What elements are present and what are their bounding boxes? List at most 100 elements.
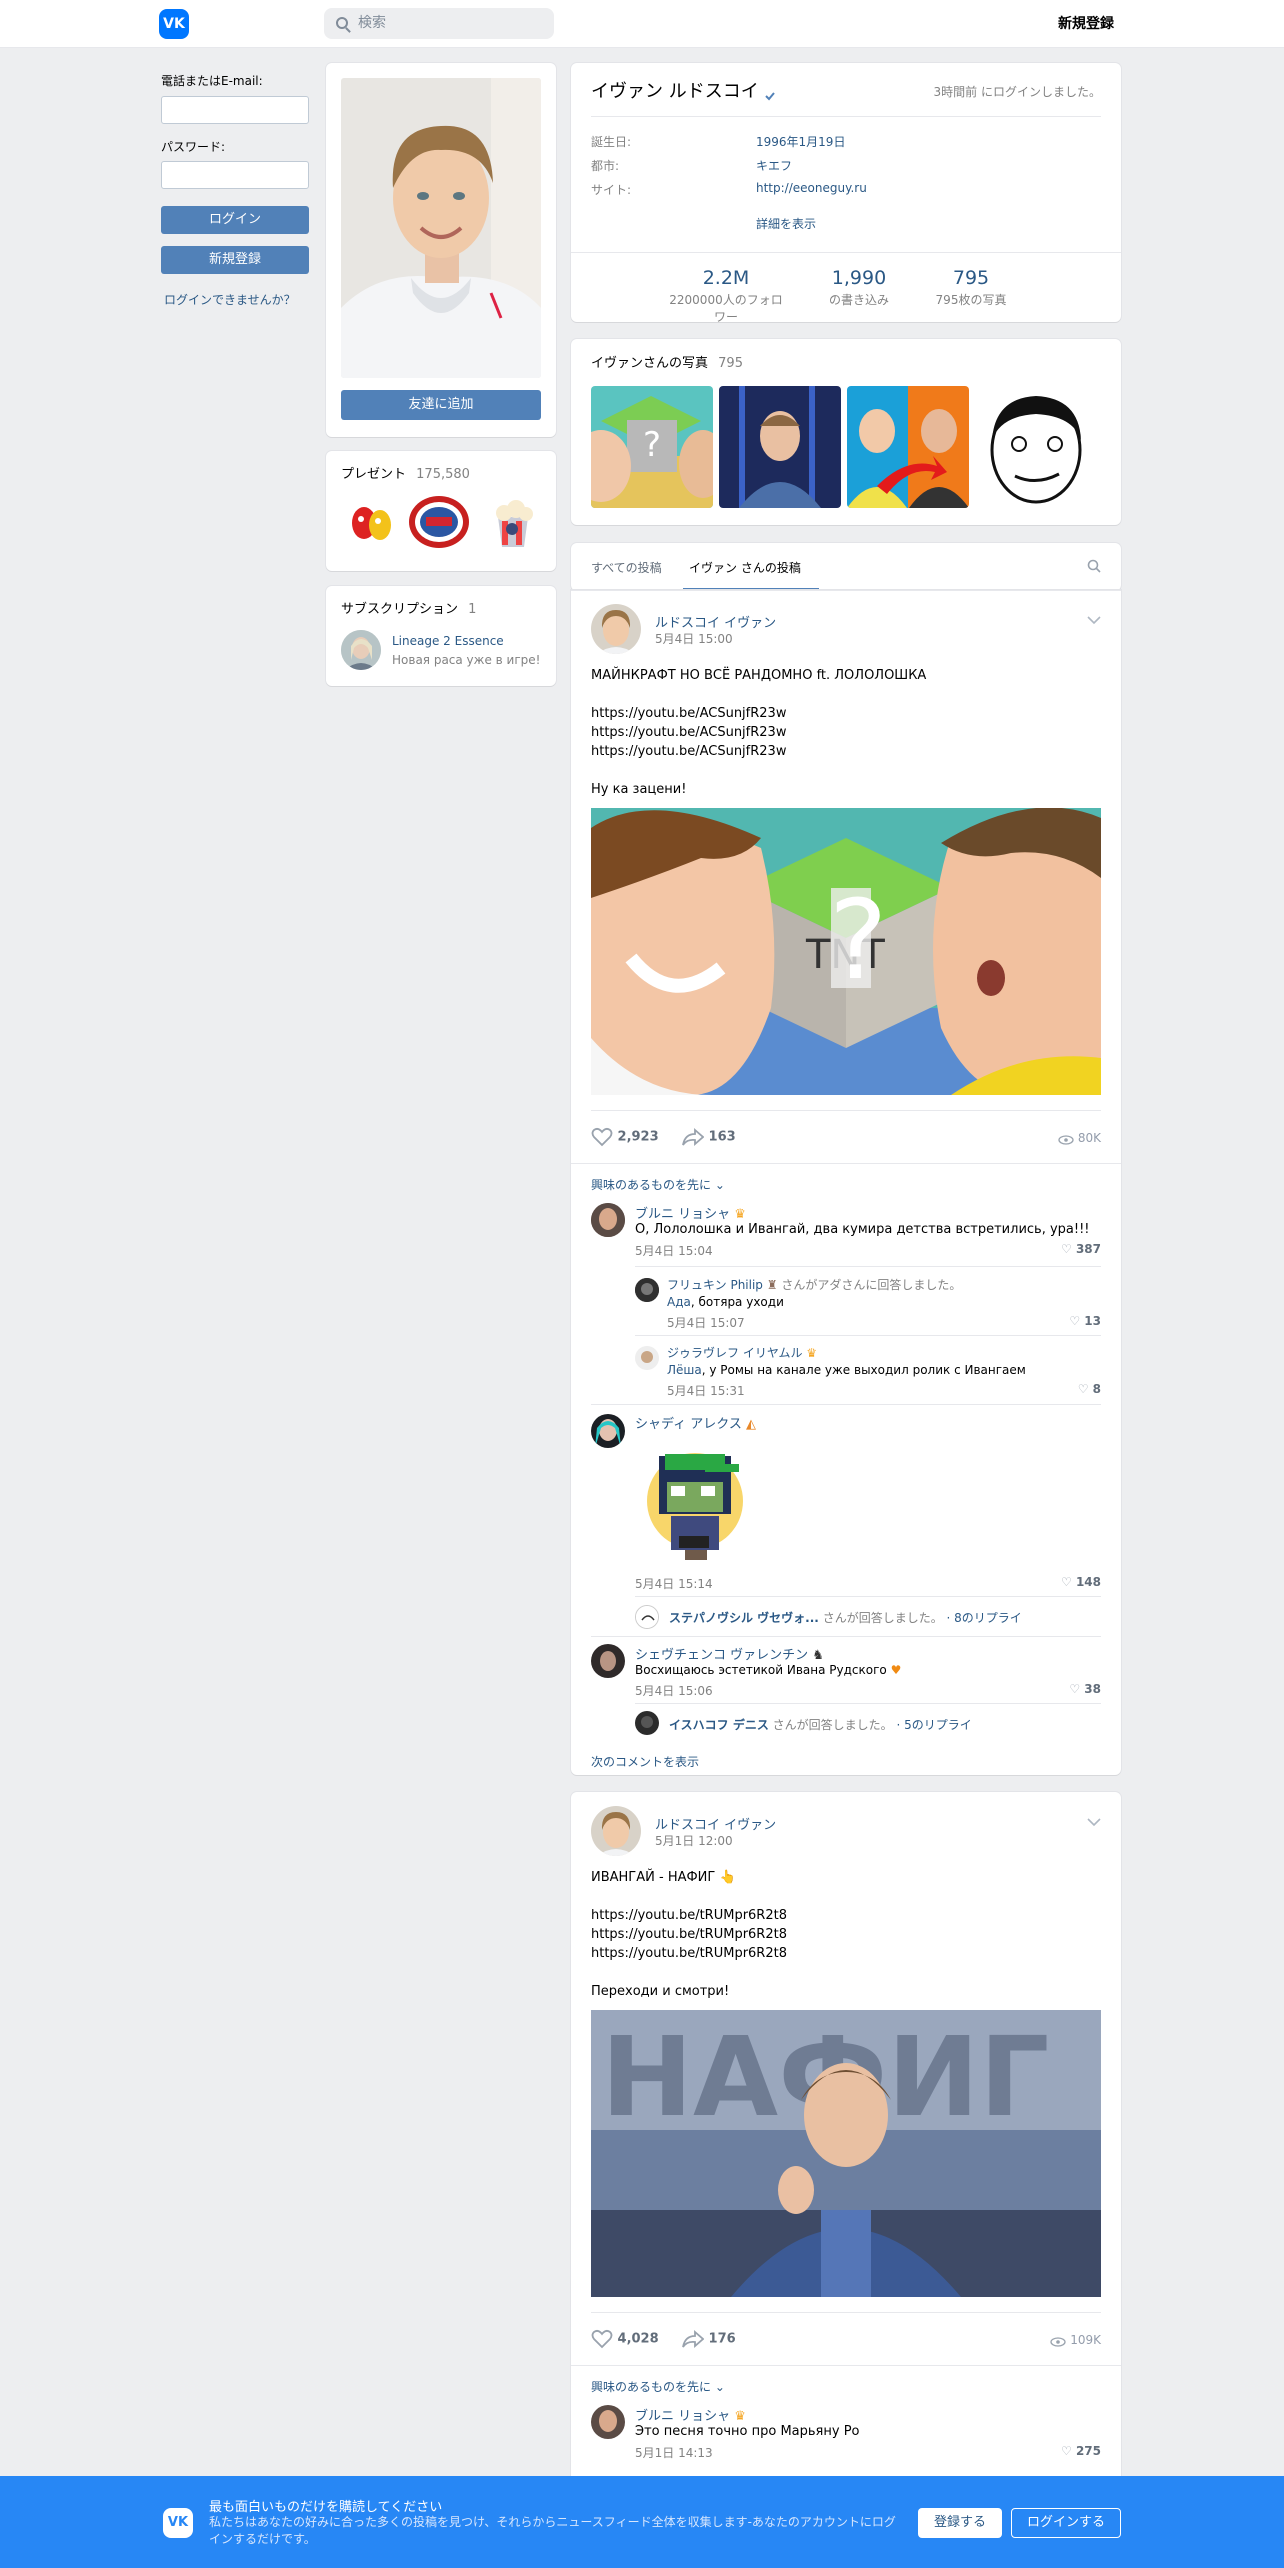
comment-date[interactable]: 5月4日 15:04 xyxy=(635,1242,713,1259)
gifts-title[interactable]: プレゼント 175,580 xyxy=(341,463,470,482)
sort-comments[interactable]: 興味のあるものを先に ⌄ xyxy=(591,2378,725,2395)
like-button[interactable]: 4,028 xyxy=(591,2329,659,2349)
comment-avatar[interactable] xyxy=(591,1203,625,1237)
add-friend-button[interactable]: 友達に追加 xyxy=(341,390,541,420)
site-value[interactable]: http://eeoneguy.ru xyxy=(756,181,867,195)
banner-title: 最も面白いものだけを購読してください xyxy=(209,2500,443,2515)
reply-mention[interactable]: Лёша xyxy=(667,1363,702,1377)
replies-count[interactable]: · 8のリプライ xyxy=(947,1611,1022,1625)
post-date[interactable]: 5月4日 15:00 xyxy=(655,630,733,647)
post-link[interactable]: https://youtu.be/ACSunjfR23w xyxy=(591,723,786,742)
comment-author[interactable]: シェヴチェンコ ヴァレンチン ♞ xyxy=(635,1644,824,1663)
show-details-link[interactable]: 詳細を表示 xyxy=(756,215,816,232)
reply-date[interactable]: 5月4日 15:31 xyxy=(667,1382,745,1399)
reply-summary[interactable]: イスハコフ デニス さんが回答しました。 · 5のリプライ xyxy=(669,1716,972,1733)
comment-avatar[interactable] xyxy=(591,1644,625,1678)
lineage-avatar[interactable] xyxy=(341,630,381,670)
gift-popcorn-icon[interactable] xyxy=(486,495,540,549)
chevron-down-icon[interactable] xyxy=(1087,1816,1101,1827)
divider xyxy=(591,1404,1101,1405)
comment-date[interactable]: 5月4日 15:06 xyxy=(635,1682,713,1699)
post-author-name[interactable]: ルドスコイ イヴァン xyxy=(655,1814,776,1833)
share-button[interactable]: 163 xyxy=(682,1127,736,1147)
comment-sticker[interactable] xyxy=(635,1436,757,1566)
password-field[interactable] xyxy=(161,161,309,189)
chevron-down-icon[interactable] xyxy=(1087,614,1101,625)
reply-like[interactable]: ♡ 8 xyxy=(1078,1382,1101,1396)
city-value[interactable]: キエフ xyxy=(756,157,792,174)
tab-own-posts[interactable]: イヴァン さんの投稿 xyxy=(689,559,801,576)
comment-date[interactable]: 5月1日 14:13 xyxy=(635,2444,713,2461)
comment-avatar[interactable] xyxy=(591,2405,625,2439)
heart-icon: ♡ xyxy=(1069,1314,1081,1328)
reply-avatar[interactable] xyxy=(635,1278,659,1302)
comment-like[interactable]: ♡ 148 xyxy=(1061,1575,1101,1589)
search-input[interactable]: 検索 xyxy=(324,8,554,39)
photos-stat[interactable]: 795 795枚の写真 xyxy=(931,267,1011,308)
followers-stat[interactable]: 2.2M 2200000人のフォロワー xyxy=(666,267,786,325)
banner-login-button[interactable]: ログインする xyxy=(1011,2508,1121,2538)
post-author-avatar[interactable] xyxy=(591,604,641,654)
post-link[interactable]: https://youtu.be/ACSunjfR23w xyxy=(591,704,786,723)
comment-like[interactable]: ♡ 38 xyxy=(1069,1682,1101,1696)
reply-avatar[interactable] xyxy=(635,1711,659,1735)
tab-all-posts[interactable]: すべての投稿 xyxy=(591,559,662,576)
comment-like[interactable]: ♡ 387 xyxy=(1061,1242,1101,1256)
register-button[interactable]: 新規登録 xyxy=(161,246,309,274)
photo-thumb[interactable] xyxy=(975,386,1097,508)
reply-date[interactable]: 5月4日 15:07 xyxy=(667,1314,745,1331)
comment-avatar[interactable] xyxy=(591,1414,625,1448)
reply-author[interactable]: フリュキン Philip xyxy=(667,1278,763,1292)
reply-avatar[interactable] xyxy=(635,1605,659,1629)
birthday-value[interactable]: 1996年1月19日 xyxy=(756,133,845,150)
site-label: サイト: xyxy=(591,183,632,197)
reply-author[interactable]: ステパノヴシル ヴセヴォ... xyxy=(669,1611,819,1625)
like-button[interactable]: 2,923 xyxy=(591,1127,659,1147)
search-placeholder: 検索 xyxy=(358,15,386,31)
post-image[interactable]: TNT ? xyxy=(591,808,1101,1095)
photo-thumb[interactable] xyxy=(847,386,969,508)
reply-mention[interactable]: Ада xyxy=(667,1295,691,1309)
post-date[interactable]: 5月1日 12:00 xyxy=(655,1832,733,1849)
gift-badge-icon[interactable] xyxy=(408,495,470,549)
post-link[interactable]: https://youtu.be/tRUMpr6R2t8 xyxy=(591,1925,787,1944)
login-button[interactable]: ログイン xyxy=(161,206,309,234)
banner-register-button[interactable]: 登録する xyxy=(918,2508,1002,2538)
subscriptions-title[interactable]: サブスクリプション 1 xyxy=(341,598,476,617)
comment-like-count: 38 xyxy=(1084,1682,1101,1696)
reply-author[interactable]: イスハコフ デニス xyxy=(669,1718,769,1732)
show-next-comments[interactable]: 次のコメントを表示 xyxy=(591,1753,699,1770)
share-button[interactable]: 176 xyxy=(682,2329,736,2349)
wall-search-icon[interactable] xyxy=(1087,559,1101,573)
signup-link[interactable]: 新規登録 xyxy=(1058,13,1114,33)
reply-avatar[interactable] xyxy=(635,1346,659,1370)
vk-logo[interactable]: VK xyxy=(159,9,189,39)
sort-comments[interactable]: 興味のあるものを先に ⌄ xyxy=(591,1176,725,1193)
reply-like[interactable]: ♡ 13 xyxy=(1069,1314,1101,1328)
posts-stat[interactable]: 1,990 の書き込み xyxy=(819,267,899,308)
post-author-name[interactable]: ルドスコイ イヴァン xyxy=(655,612,776,631)
gift-candy-icon[interactable] xyxy=(344,495,398,549)
comment-like-count: 275 xyxy=(1075,2444,1101,2458)
replies-count[interactable]: · 5のリプライ xyxy=(897,1718,972,1732)
comment-date[interactable]: 5月4日 15:14 xyxy=(635,1575,713,1592)
post-link[interactable]: https://youtu.be/tRUMpr6R2t8 xyxy=(591,1906,787,1925)
profile-photo[interactable] xyxy=(341,78,541,378)
photo-thumb[interactable]: ? xyxy=(591,386,713,508)
reply-author[interactable]: ジゥラヴレフ イリヤムル xyxy=(667,1346,802,1360)
reply-summary[interactable]: ステパノヴシル ヴセヴォ... さんが回答しました。 · 8のリプライ xyxy=(669,1609,1022,1626)
comment-author[interactable]: シャディ アレクス ◭ xyxy=(635,1413,756,1432)
phone-field[interactable] xyxy=(161,96,309,124)
forgot-login-link[interactable]: ログインできませんか？ xyxy=(164,291,296,308)
comment-author[interactable]: ブルニ リョシャ ♛ xyxy=(635,1203,746,1222)
post-image[interactable]: НАФИГ xyxy=(591,2010,1101,2297)
photos-title[interactable]: イヴァンさんの写真 795 xyxy=(591,352,743,371)
photo-thumb[interactable] xyxy=(719,386,841,508)
sort-label: 興味のあるものを先に xyxy=(591,2380,712,2394)
post-link[interactable]: https://youtu.be/tRUMpr6R2t8 xyxy=(591,1944,787,1963)
comment-author[interactable]: ブルニ リョシャ ♛ xyxy=(635,2405,746,2424)
subscription-name[interactable]: Lineage 2 Essence xyxy=(392,634,504,648)
post-author-avatar[interactable] xyxy=(591,1806,641,1856)
comment-like[interactable]: ♡ 275 xyxy=(1061,2444,1101,2458)
post-link[interactable]: https://youtu.be/ACSunjfR23w xyxy=(591,742,786,761)
